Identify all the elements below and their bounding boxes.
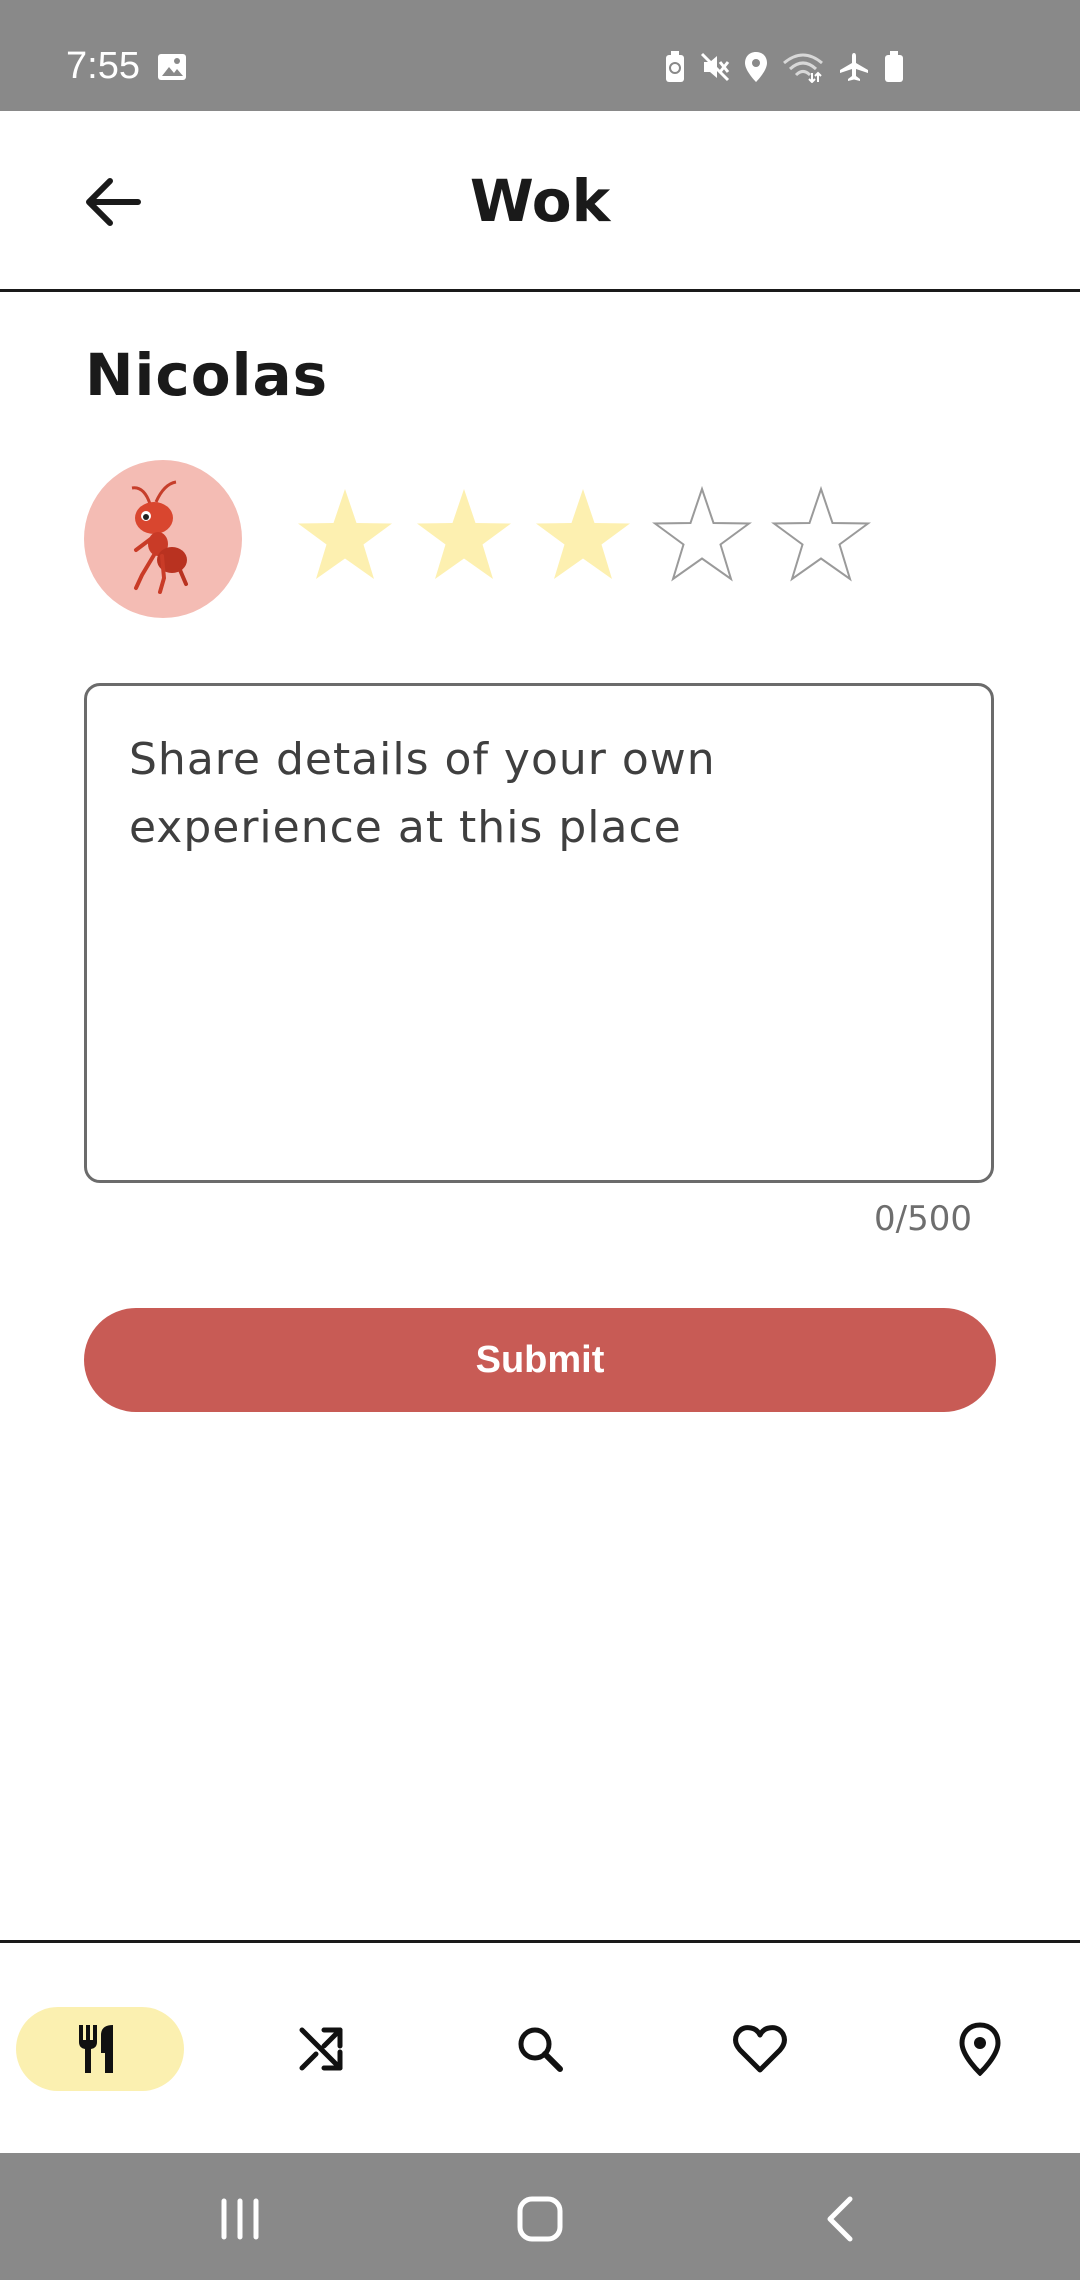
airplane-icon [840, 53, 868, 81]
status-time: 7:55 [66, 45, 140, 87]
nav-search[interactable] [456, 2007, 624, 2091]
star-1-filled-icon[interactable] [293, 485, 397, 589]
star-2-filled-icon[interactable] [412, 485, 516, 589]
status-bar: 7:55 [0, 0, 1080, 111]
star-4-empty-icon[interactable] [650, 485, 754, 589]
review-placeholder: Share details of your own experience at … [129, 734, 716, 853]
char-counter: 0/500 [874, 1199, 972, 1239]
shuffle-icon [299, 2027, 343, 2071]
submit-button[interactable]: Submit [84, 1308, 996, 1412]
nav-random[interactable] [237, 2007, 405, 2091]
heart-icon [733, 2025, 787, 2073]
battery-icon [885, 51, 903, 82]
app-bar: Wok [0, 111, 1080, 292]
gallery-icon [158, 54, 186, 80]
status-icons [664, 50, 904, 84]
avatar [84, 460, 242, 618]
search-icon [518, 2027, 563, 2072]
system-nav-bar [0, 2153, 1080, 2280]
mute-icon [700, 52, 730, 82]
location-icon [745, 52, 767, 82]
nav-restaurants[interactable] [16, 2007, 184, 2091]
bottom-nav [0, 1940, 1080, 2156]
battery-saver-icon [666, 51, 684, 82]
page-title: Wok [469, 167, 611, 235]
star-rating [293, 485, 873, 589]
nav-favorites[interactable] [676, 2007, 844, 2091]
review-textarea[interactable]: Share details of your own experience at … [84, 683, 994, 1183]
star-5-empty-icon[interactable] [769, 485, 873, 589]
star-3-filled-icon[interactable] [531, 485, 635, 589]
ant-avatar-icon [131, 480, 188, 594]
wifi-icon [783, 53, 823, 83]
home-icon[interactable] [510, 2189, 570, 2249]
restaurant-icon [79, 2025, 113, 2073]
location-pin-icon [959, 2022, 1001, 2076]
nav-map[interactable] [896, 2007, 1064, 2091]
user-name: Nicolas [85, 341, 329, 409]
recents-icon[interactable] [210, 2189, 270, 2249]
back-icon[interactable] [812, 2189, 872, 2249]
